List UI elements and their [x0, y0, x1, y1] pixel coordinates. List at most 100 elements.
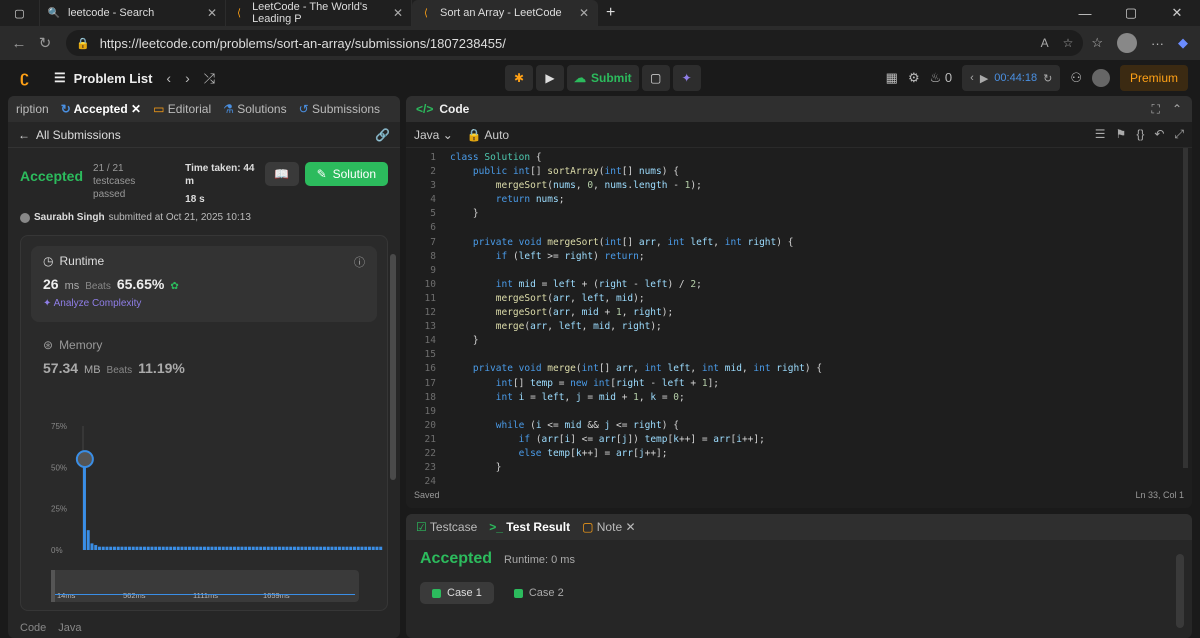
- chart-bar: [323, 546, 326, 550]
- code-line: 9: [430, 264, 436, 276]
- solution-button[interactable]: ✎ Solution: [304, 162, 388, 186]
- code-area[interactable]: 1 class Solution {2 public int[] sortArra…: [406, 148, 1176, 487]
- chart-bar: [263, 546, 266, 550]
- read-aloud-icon[interactable]: A: [1041, 36, 1049, 50]
- tab-submissions[interactable]: ↺ Submissions: [299, 102, 380, 116]
- close-icon[interactable]: ✕: [579, 6, 589, 20]
- case-2-tab[interactable]: Case 2: [502, 582, 576, 604]
- close-icon[interactable]: ✕: [393, 6, 403, 20]
- tab-solutions[interactable]: ⚗ Solutions: [223, 102, 286, 116]
- book-icon: ▭: [153, 102, 165, 116]
- runtime-box[interactable]: ◷ Runtime ⓘ 26 ms Beats 65.65% ✿ ✦ Analyz…: [31, 246, 377, 322]
- memory-box[interactable]: ⊛ Memory 57.34 MB Beats 11.19%: [31, 332, 377, 392]
- chart-bar: [259, 546, 263, 550]
- maximize-icon[interactable]: ▢: [1108, 5, 1154, 21]
- chart-bar: [345, 546, 349, 550]
- tab-editorial[interactable]: ▭ Editorial: [153, 102, 211, 116]
- reset-icon[interactable]: ↻: [1043, 72, 1052, 85]
- format-icon[interactable]: ☰: [1095, 127, 1106, 142]
- fullscreen-icon[interactable]: ⤢: [1174, 127, 1184, 142]
- leetcode-logo-icon[interactable]: ʗ: [20, 69, 38, 87]
- user-avatar[interactable]: [1091, 69, 1110, 87]
- code-line: 1 class Solution {: [430, 152, 542, 163]
- tab-note[interactable]: ▢ Note ✕: [582, 520, 635, 534]
- close-icon[interactable]: ✕: [207, 6, 217, 20]
- chevron-left-icon[interactable]: ‹: [970, 72, 974, 84]
- close-icon[interactable]: ✕: [625, 520, 635, 534]
- close-window-icon[interactable]: ✕: [1154, 5, 1200, 21]
- add-user-icon[interactable]: ⚇: [1070, 70, 1082, 86]
- user-marker-avatar: [75, 450, 94, 469]
- tab-test-result[interactable]: >_ Test Result: [489, 520, 570, 534]
- chart-bar: [334, 546, 338, 550]
- refresh-icon[interactable]: ↻: [32, 34, 58, 52]
- chart-range-scrubber[interactable]: 14ms 562ms 1111ms 1659ms: [51, 570, 359, 602]
- settings-gear-icon[interactable]: ⚙: [908, 70, 920, 86]
- close-icon[interactable]: ✕: [131, 102, 141, 116]
- new-tab-button[interactable]: +: [598, 0, 623, 26]
- code-scrollbar[interactable]: [1183, 148, 1188, 468]
- sparkle-icon: ✦: [681, 71, 692, 85]
- next-problem-icon[interactable]: ›: [185, 70, 190, 86]
- result-runtime: Runtime: 0 ms: [504, 554, 575, 566]
- tab-actions-button[interactable]: ▢: [0, 0, 40, 26]
- chart-bar: [326, 546, 330, 550]
- all-submissions-link[interactable]: ← All Submissions 🔗: [8, 122, 400, 148]
- timer[interactable]: ‹ ▶ 00:44:18 ↻: [962, 65, 1061, 91]
- debug-button[interactable]: ✱: [505, 65, 533, 91]
- auto-mode-toggle[interactable]: 🔒 Auto: [467, 128, 509, 142]
- analyze-complexity-link[interactable]: ✦ Analyze Complexity: [43, 298, 365, 309]
- link-icon[interactable]: 🔗: [375, 128, 390, 142]
- tab-description[interactable]: ription: [16, 102, 49, 116]
- code-icon: </>: [416, 102, 434, 116]
- run-button[interactable]: ▶: [536, 65, 564, 91]
- chevron-up-icon[interactable]: ⌃: [1172, 102, 1182, 117]
- premium-button[interactable]: Premium: [1119, 65, 1188, 91]
- braces-icon[interactable]: {}: [1136, 127, 1144, 142]
- favorite-star-icon[interactable]: ☆: [1063, 36, 1074, 50]
- notes-button[interactable]: ▢: [641, 65, 670, 91]
- language-select[interactable]: Java ⌄: [414, 128, 453, 142]
- info-icon[interactable]: ⓘ: [354, 254, 365, 270]
- url-field[interactable]: 🔒 https://leetcode.com/problems/sort-an-…: [66, 30, 1084, 56]
- prev-problem-icon[interactable]: ‹: [166, 70, 171, 86]
- submit-button[interactable]: ☁ Submit: [567, 65, 639, 91]
- list-icon: ☰: [54, 70, 66, 85]
- browser-tab-sort-array[interactable]: ⟨ Sort an Array - LeetCode ✕: [412, 0, 598, 26]
- runtime-distribution-chart[interactable]: 75%50%25%0%14ms562ms1111ms1659ms: [21, 414, 388, 554]
- undo-icon[interactable]: ↶: [1154, 127, 1164, 142]
- code-line: 7 private void mergeSort(int[] arr, int …: [430, 236, 794, 248]
- expand-icon[interactable]: ⛶: [1152, 102, 1160, 117]
- back-icon[interactable]: ←: [6, 35, 32, 52]
- y-tick-label: 0%: [51, 546, 63, 554]
- layout-icon[interactable]: ▦: [886, 70, 898, 86]
- chart-bar: [281, 546, 285, 550]
- shuffle-icon[interactable]: ⤮: [204, 70, 215, 87]
- more-icon[interactable]: ···: [1151, 36, 1164, 51]
- chart-bar: [338, 546, 341, 550]
- browser-tab-leetcode[interactable]: ⟨ LeetCode - The World's Leading P ✕: [226, 0, 412, 26]
- case-1-tab[interactable]: Case 1: [420, 582, 494, 604]
- problem-list-button[interactable]: ☰ Problem List: [54, 70, 152, 86]
- streak-fire-icon[interactable]: ♨ 0: [930, 70, 953, 86]
- flask-icon: ⚗: [223, 102, 234, 116]
- left-scrollbar[interactable]: [390, 254, 396, 480]
- bookmark-icon[interactable]: ⚑: [1116, 127, 1127, 142]
- favorites-icon[interactable]: ☆: [1091, 35, 1103, 51]
- editorial-button[interactable]: 📖: [264, 162, 299, 186]
- tab-accepted[interactable]: ↻ Accepted ✕: [61, 102, 141, 116]
- chart-bar: [353, 546, 356, 550]
- profile-avatar[interactable]: [1117, 33, 1137, 53]
- minimize-icon[interactable]: —: [1062, 6, 1108, 21]
- code-editor-pane: </> Code ⛶ ⌃ Java ⌄ 🔒 Auto ☰ ⚑ {} ↶ ⤢ 1 cl…: [406, 96, 1192, 508]
- code-line: 15: [424, 349, 436, 361]
- copilot-icon[interactable]: ◆: [1178, 35, 1188, 51]
- ai-button[interactable]: ✦: [672, 65, 701, 91]
- browser-tab-search[interactable]: 🔍 leetcode - Search ✕: [40, 0, 226, 26]
- stats-card: ◷ Runtime ⓘ 26 ms Beats 65.65% ✿ ✦ Analyz…: [20, 235, 388, 611]
- chart-bar: [311, 546, 315, 550]
- result-scrollbar[interactable]: [1176, 554, 1184, 628]
- code-line: 21 if (arr[i] <= arr[j]) temp[k++] = arr…: [424, 433, 765, 445]
- tab-testcase[interactable]: ☑ Testcase: [416, 520, 477, 534]
- chart-bar: [173, 546, 176, 550]
